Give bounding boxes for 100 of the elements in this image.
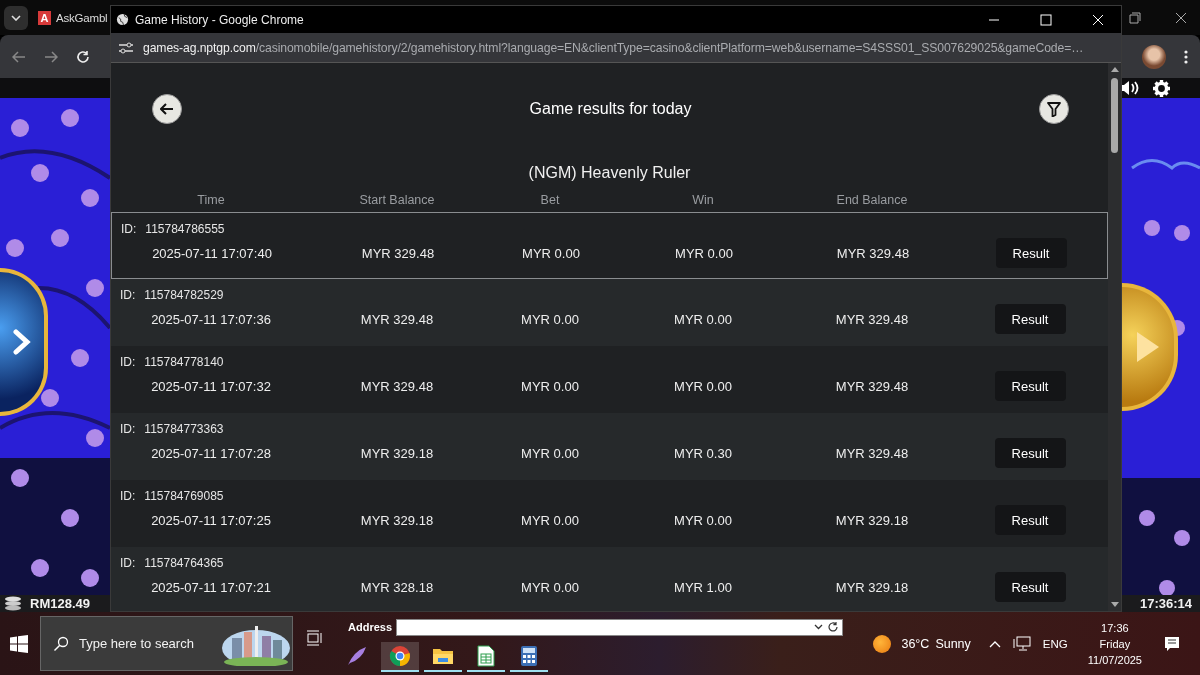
weather-condition: Sunny [935,636,971,651]
table-cell-text: MYR 329.18 [834,512,910,528]
tab-title[interactable]: AskGambl [56,11,108,24]
column-header: Win [691,192,715,207]
table-cell-text: MYR 0.00 [520,445,580,461]
table-cell-text: MYR 329.48 [360,245,436,261]
id-label: ID: [121,222,137,238]
result-button[interactable]: Result [994,438,1066,468]
table-cell-text: MYR 329.48 [359,378,435,394]
table-cell-text: MYR 329.48 [834,445,910,461]
column-header: Start Balance [358,192,436,207]
table-cell-text: MYR 328.18 [359,579,435,595]
reload-icon[interactable] [76,49,90,64]
site-favicon: A [38,10,51,25]
table-cell-text: 2025-07-11 17:07:40 [151,245,273,261]
game-name: (NGM) Heavenly Ruler [527,163,692,183]
round-id: 115784778140 [144,355,224,371]
refresh-icon[interactable] [827,621,840,633]
page-title: Game results for today [528,100,693,118]
column-header: End Balance [835,192,909,207]
game-row[interactable]: ID: 115784764365 2025-07-11 17:07:21 MYR 328.18 MYR 0.00 MYR 1.00 MYR 329.18 Result [111,547,1108,611]
table-cell-text: MYR 0.00 [520,512,580,528]
table-cell-text: MYR 0.00 [673,512,733,528]
forward-icon[interactable] [44,50,58,63]
table-cell-text: MYR 329.48 [834,311,910,327]
restore-icon[interactable] [1129,11,1141,24]
game-row[interactable]: ID: 115784782529 2025-07-11 17:07:36 MYR 329.48 MYR 0.00 MYR 0.00 MYR 329.48 Result [111,279,1108,346]
round-id: 115784773363 [144,422,224,438]
id-label: ID: [120,556,136,572]
dropdown-icon[interactable] [814,624,824,630]
table-cell-text: MYR 0.00 [520,579,580,595]
search-field[interactable]: Type here to search [79,636,199,651]
table-cell-text: MYR 329.48 [359,311,435,327]
table-cell-text: MYR 0.00 [521,245,581,261]
table-cell-text: MYR 0.30 [673,445,733,461]
tab-search-button[interactable] [4,5,28,30]
table-cell-text: MYR 329.18 [359,512,435,528]
windows-start-icon[interactable] [10,634,28,653]
back-arrow-icon [160,103,174,115]
temperature: 36°C [901,636,930,651]
table-cell-text: 2025-07-11 17:07:32 [150,378,272,394]
id-label: ID: [120,489,136,505]
menu-icon[interactable] [1184,49,1188,64]
notification-icon[interactable] [1164,635,1180,652]
play-icon [1135,330,1161,364]
game-row[interactable]: ID: 115784773363 2025-07-11 17:07:28 MYR 329.18 MYR 0.00 MYR 0.30 MYR 329.48 Result [111,413,1108,480]
globe-icon [116,13,129,26]
language-indicator[interactable]: ENG [1042,637,1068,650]
network-icon[interactable] [1012,635,1031,652]
round-id: 115784769085 [144,489,224,505]
game-clock: 17:36:14 [1139,596,1192,611]
filter-icon [1047,101,1061,117]
round-id: 115784764365 [144,556,224,572]
chrome-app-icon[interactable] [381,642,419,672]
chevron-right-icon [13,329,31,355]
round-id: 115784782529 [144,288,224,304]
table-cell-text: MYR 0.00 [673,311,733,327]
chevron-up-icon[interactable] [988,639,1001,648]
id-label: ID: [120,422,136,438]
settings-icon[interactable] [1153,79,1170,97]
site-settings-icon[interactable] [118,41,134,54]
table-cell-text: MYR 329.48 [835,245,911,261]
window-title: Game History - Google Chrome [135,12,304,27]
column-header: Time [196,192,226,207]
search-icon [53,635,69,652]
table-cell-text: MYR 0.00 [520,378,580,394]
sun-icon [873,634,892,653]
table-cell-text: 2025-07-11 17:07:21 [150,579,272,595]
maximize-icon[interactable] [1040,13,1052,26]
round-id: 115784786555 [145,222,225,238]
game-row[interactable]: ID: 115784786555 2025-07-11 17:07:40 MYR 329.48 MYR 0.00 MYR 0.00 MYR 329.48 Result [111,212,1108,279]
table-cell-text: MYR 329.18 [834,579,910,595]
table-cell-text: 2025-07-11 17:07:36 [150,311,272,327]
close-icon[interactable] [1175,11,1187,24]
task-view-icon[interactable] [306,629,322,646]
taskbar-clock[interactable]: 17:36 Friday 11/07/2025 [1087,619,1142,668]
result-button[interactable]: Result [994,304,1066,334]
result-button[interactable]: Result [994,572,1066,602]
column-header: Bet [539,192,561,207]
scrollbar[interactable] [1108,63,1121,611]
address-field[interactable] [396,618,844,636]
address-label: Address [348,621,393,633]
table-cell-text: 2025-07-11 17:07:25 [150,512,272,528]
back-icon[interactable] [12,50,26,63]
table-cell-text: MYR 0.00 [674,245,734,261]
table-cell-text: MYR 329.48 [834,378,910,394]
result-button[interactable]: Result [995,238,1067,268]
profile-avatar[interactable] [1142,44,1166,69]
id-label: ID: [120,288,136,304]
id-label: ID: [120,355,136,371]
table-cell-text: MYR 1.00 [673,579,733,595]
speaker-icon[interactable] [1119,80,1141,96]
balance-amount: RM128.49 [30,596,90,611]
result-button[interactable]: Result [994,371,1066,401]
table-cell-text: MYR 329.18 [359,445,435,461]
result-button[interactable]: Result [994,505,1066,535]
filter-button[interactable] [1039,94,1069,124]
table-cell-text: MYR 0.00 [520,311,580,327]
back-button[interactable] [152,94,182,124]
sheet-app-icon[interactable] [467,642,505,672]
